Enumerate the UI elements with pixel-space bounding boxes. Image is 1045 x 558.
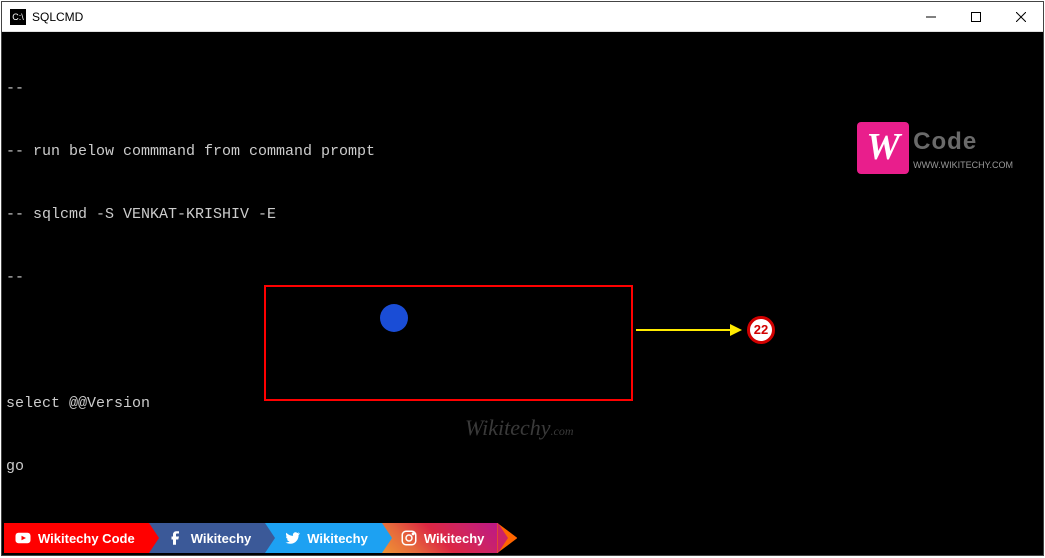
social-bar: Wikitechy Code Wikitechy Wikitechy Wikit… [4, 523, 517, 553]
arrow-head-icon [730, 324, 742, 336]
social-twitter[interactable]: Wikitechy [265, 523, 382, 553]
social-ig-label: Wikitechy [424, 531, 485, 546]
twitter-icon [283, 529, 301, 547]
app-window: C:\ SQLCMD -- -- run below commmand from… [1, 1, 1044, 556]
terminal-line: -- sqlcmd -S VENKAT-KRISHIV -E [6, 204, 1039, 225]
terminal-line [6, 330, 1039, 351]
titlebar[interactable]: C:\ SQLCMD [2, 2, 1043, 32]
social-fb-label: Wikitechy [191, 531, 252, 546]
arrow-line-icon [636, 329, 731, 331]
terminal-line: -- [6, 267, 1039, 288]
facebook-icon [167, 529, 185, 547]
logo-text: Code WWW.WIKITECHY.COM [913, 125, 1013, 171]
youtube-icon [14, 529, 32, 547]
social-yt-label: Wikitechy Code [38, 531, 135, 546]
minimize-button[interactable] [908, 2, 953, 31]
instagram-icon [400, 529, 418, 547]
terminal-area[interactable]: -- -- run below commmand from command pr… [2, 32, 1043, 555]
logo-letter: W [866, 121, 900, 174]
annotation-badge: 22 [747, 316, 775, 344]
titlebar-left: C:\ SQLCMD [2, 9, 83, 25]
close-button[interactable] [998, 2, 1043, 31]
social-tw-label: Wikitechy [307, 531, 368, 546]
terminal-line: -- [6, 78, 1039, 99]
app-icon: C:\ [10, 9, 26, 25]
maximize-button[interactable] [953, 2, 998, 31]
logo-box: W [857, 122, 909, 174]
watermark: Wikitechy.com [432, 382, 574, 474]
badge-number: 22 [754, 321, 768, 339]
social-facebook[interactable]: Wikitechy [149, 523, 266, 553]
watermark-main: Wikitechy [465, 415, 551, 440]
cursor-indicator-icon [380, 304, 408, 332]
logo-url-text: WWW.WIKITECHY.COM [913, 159, 1013, 172]
social-instagram[interactable]: Wikitechy [382, 523, 499, 553]
wikitechy-logo: W Code WWW.WIKITECHY.COM [857, 122, 1013, 174]
social-youtube[interactable]: Wikitechy Code [4, 523, 149, 553]
logo-code-text: Code [913, 125, 1013, 159]
window-title: SQLCMD [32, 10, 83, 24]
window-controls [908, 2, 1043, 31]
watermark-sub: .com [551, 424, 574, 438]
